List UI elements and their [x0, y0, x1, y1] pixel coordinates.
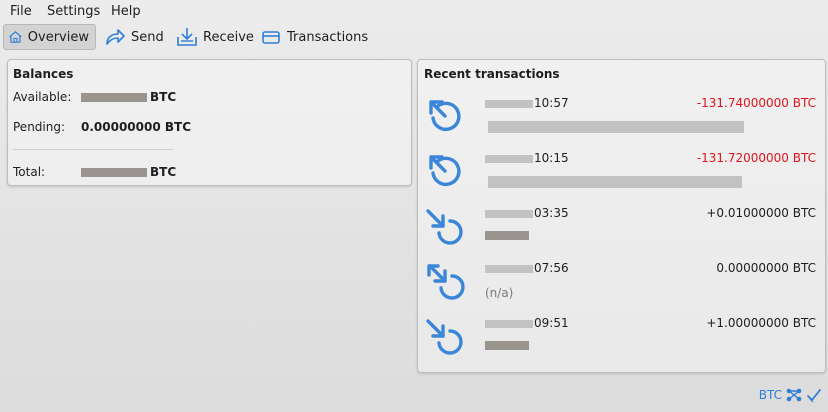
receive-icon	[177, 28, 197, 46]
transaction-time: 10:57	[534, 96, 569, 110]
menu-file[interactable]: File	[10, 4, 32, 19]
address-redacted	[485, 265, 533, 273]
home-icon	[9, 31, 22, 43]
transaction-label: (n/a)	[485, 286, 514, 300]
menu-settings[interactable]: Settings	[47, 4, 100, 19]
tab-send[interactable]: Send	[100, 24, 170, 50]
tab-overview[interactable]: Overview	[3, 24, 96, 50]
transaction-row[interactable]: 07:56 0.00000000 BTC (n/a)	[418, 258, 826, 312]
balances-title: Balances	[13, 67, 74, 81]
recent-transactions-title: Recent transactions	[424, 67, 560, 81]
label-redacted	[485, 341, 529, 350]
available-amount-redacted	[81, 93, 147, 102]
status-bar: BTC	[759, 387, 822, 403]
available-label: Available:	[13, 90, 72, 104]
unit-selector[interactable]: BTC	[759, 388, 782, 402]
self-transaction-icon	[427, 264, 465, 300]
transaction-amount: -131.74000000 BTC	[696, 96, 816, 110]
menu-bar: File Settings Help	[0, 0, 828, 22]
pending-label: Pending:	[13, 120, 66, 134]
transaction-time: 09:51	[534, 316, 569, 330]
transaction-amount: +0.01000000 BTC	[706, 206, 816, 220]
total-amount-redacted	[81, 168, 147, 177]
label-redacted	[488, 176, 742, 188]
outgoing-transaction-icon	[429, 155, 461, 186]
transaction-row[interactable]: 10:57 -131.74000000 BTC	[418, 93, 826, 147]
incoming-transaction-icon	[426, 209, 463, 245]
tab-receive[interactable]: Receive	[172, 24, 260, 50]
tab-transactions[interactable]: Transactions	[256, 24, 374, 50]
transaction-row[interactable]: 03:35 +0.01000000 BTC	[418, 203, 826, 257]
address-redacted	[485, 210, 533, 218]
recent-transactions-panel: Recent transactions 10:57 -131.74000000 …	[417, 59, 826, 373]
pending-value: 0.00000000 BTC	[81, 120, 192, 134]
transaction-time: 10:15	[534, 151, 569, 165]
label-redacted	[485, 231, 529, 240]
available-unit: BTC	[150, 90, 177, 104]
tab-send-label: Send	[131, 29, 164, 45]
address-redacted	[485, 320, 533, 328]
transaction-amount: +1.00000000 BTC	[706, 316, 816, 330]
transaction-time: 03:35	[534, 206, 569, 220]
transaction-amount: -131.72000000 BTC	[696, 151, 816, 165]
address-redacted	[485, 100, 533, 108]
address-redacted	[485, 155, 533, 163]
tab-receive-label: Receive	[203, 29, 254, 45]
total-unit: BTC	[150, 165, 177, 179]
toolbar: Overview Send Receive Transactions	[0, 24, 828, 52]
incoming-transaction-icon	[426, 319, 463, 355]
total-label: Total:	[13, 165, 46, 179]
balances-panel: Balances Available: BTC Pending: 0.00000…	[7, 59, 412, 186]
transaction-amount: 0.00000000 BTC	[716, 261, 816, 275]
transactions-card-icon	[262, 31, 280, 44]
transaction-time: 07:56	[534, 261, 569, 275]
tab-overview-label: Overview	[27, 29, 89, 45]
synced-checkmark-icon[interactable]	[806, 387, 822, 403]
label-redacted	[488, 121, 744, 133]
transaction-row[interactable]: 10:15 -131.72000000 BTC	[418, 148, 826, 202]
transaction-row[interactable]: 09:51 +1.00000000 BTC	[418, 313, 826, 367]
menu-help[interactable]: Help	[111, 4, 141, 19]
tab-transactions-label: Transactions	[287, 29, 369, 45]
total-divider	[13, 149, 173, 150]
send-arrow-icon	[106, 29, 125, 45]
outgoing-transaction-icon	[429, 100, 461, 131]
network-icon[interactable]	[785, 387, 803, 403]
